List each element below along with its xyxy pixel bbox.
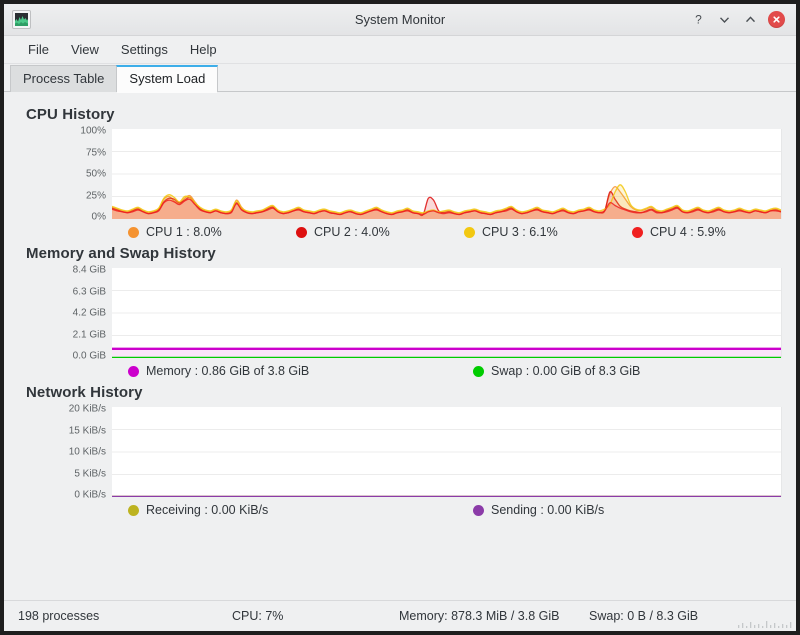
- network-history-plot[interactable]: [112, 407, 782, 497]
- swap-legend-item: Swap : 0.00 GiB of 8.3 GiB: [473, 364, 640, 378]
- window-title: System Monitor: [4, 12, 796, 27]
- chevron-down-icon[interactable]: [716, 11, 733, 28]
- network-legend: Receiving : 0.00 KiB/s Sending : 0.00 Ki…: [128, 503, 782, 517]
- memory-history-plot[interactable]: [112, 268, 782, 358]
- status-swap: Swap: 0 B / 8.3 GiB: [589, 609, 698, 623]
- network-chart-row: 20 KiB/s 15 KiB/s 10 KiB/s 5 KiB/s 0 KiB…: [18, 407, 782, 497]
- tab-bar: Process Table System Load: [4, 64, 796, 92]
- menu-item-settings[interactable]: Settings: [110, 39, 179, 60]
- network-ytick-20: 20 KiB/s: [69, 404, 106, 415]
- network-ytick-0: 0 KiB/s: [74, 490, 106, 501]
- memory-color-dot: [128, 366, 139, 377]
- status-cpu: CPU: 7%: [232, 609, 283, 623]
- cpu-legend-item-3: CPU 3 : 6.1%: [464, 225, 632, 239]
- status-memory: Memory: 878.3 MiB / 3.8 GiB: [399, 609, 559, 623]
- memory-ytick-63: 6.3 GiB: [73, 286, 106, 297]
- memory-label: Memory : 0.86 GiB of 3.8 GiB: [146, 364, 309, 378]
- cpu-ytick-100: 100%: [80, 126, 106, 137]
- cpu-ytick-50: 50%: [86, 169, 106, 180]
- cpu-history-title: CPU History: [26, 106, 782, 123]
- cpu-history-section: CPU History 100% 75% 50% 25% 0% CPU 1 : …: [18, 106, 782, 239]
- tab-bar-filler: [217, 68, 796, 92]
- memory-history-section: Memory and Swap History 8.4 GiB 6.3 GiB …: [18, 245, 782, 378]
- receiving-legend-item: Receiving : 0.00 KiB/s: [128, 503, 473, 517]
- network-ytick-10: 10 KiB/s: [69, 447, 106, 458]
- cpu3-color-dot: [464, 227, 475, 238]
- network-y-axis: 20 KiB/s 15 KiB/s 10 KiB/s 5 KiB/s 0 KiB…: [18, 407, 112, 497]
- memory-ytick-42: 4.2 GiB: [73, 308, 106, 319]
- cpu2-color-dot: [296, 227, 307, 238]
- menu-item-help[interactable]: Help: [179, 39, 228, 60]
- window-controls: ?: [690, 11, 796, 28]
- memory-ytick-21: 2.1 GiB: [73, 329, 106, 340]
- cpu4-color-dot: [632, 227, 643, 238]
- resize-grip[interactable]: [736, 619, 792, 629]
- memory-chart-row: 8.4 GiB 6.3 GiB 4.2 GiB 2.1 GiB 0.0 GiB: [18, 268, 782, 358]
- svg-text:?: ?: [695, 13, 702, 26]
- menu-bar: File View Settings Help: [4, 36, 796, 64]
- menu-item-file[interactable]: File: [17, 39, 60, 60]
- cpu3-label: CPU 3 : 6.1%: [482, 225, 558, 239]
- title-bar[interactable]: System Monitor ?: [4, 4, 796, 36]
- network-ytick-15: 15 KiB/s: [69, 425, 106, 436]
- system-monitor-window: System Monitor ? File View Settings Help: [0, 0, 800, 635]
- sending-legend-item: Sending : 0.00 KiB/s: [473, 503, 604, 517]
- system-monitor-icon[interactable]: [12, 10, 31, 29]
- cpu-legend-item-4: CPU 4 : 5.9%: [632, 225, 726, 239]
- cpu1-label: CPU 1 : 8.0%: [146, 225, 222, 239]
- status-processes: 198 processes: [18, 609, 99, 623]
- chevron-up-icon[interactable]: [742, 11, 759, 28]
- cpu-y-axis: 100% 75% 50% 25% 0%: [18, 129, 112, 219]
- close-icon[interactable]: [768, 11, 785, 28]
- menu-item-view[interactable]: View: [60, 39, 110, 60]
- sending-label: Sending : 0.00 KiB/s: [491, 503, 604, 517]
- memory-history-title: Memory and Swap History: [26, 245, 782, 262]
- cpu-history-plot[interactable]: [112, 129, 782, 219]
- cpu-chart-row: 100% 75% 50% 25% 0%: [18, 129, 782, 219]
- cpu2-label: CPU 2 : 4.0%: [314, 225, 390, 239]
- network-ytick-5: 5 KiB/s: [74, 468, 106, 479]
- cpu4-label: CPU 4 : 5.9%: [650, 225, 726, 239]
- cpu1-color-dot: [128, 227, 139, 238]
- tab-system-load[interactable]: System Load: [116, 65, 218, 92]
- cpu-legend-item-2: CPU 2 : 4.0%: [296, 225, 464, 239]
- sending-color-dot: [473, 505, 484, 516]
- cpu-ytick-75: 75%: [86, 147, 106, 158]
- tab-process-table[interactable]: Process Table: [10, 65, 117, 92]
- help-icon[interactable]: ?: [690, 11, 707, 28]
- system-load-panel: CPU History 100% 75% 50% 25% 0% CPU 1 : …: [4, 92, 796, 600]
- receiving-label: Receiving : 0.00 KiB/s: [146, 503, 268, 517]
- cpu-ytick-0: 0%: [92, 212, 106, 223]
- memory-ytick-0: 0.0 GiB: [73, 351, 106, 362]
- memory-ytick-84: 8.4 GiB: [73, 265, 106, 276]
- network-history-title: Network History: [26, 384, 782, 401]
- network-history-section: Network History 20 KiB/s 15 KiB/s 10 KiB…: [18, 384, 782, 517]
- memory-y-axis: 8.4 GiB 6.3 GiB 4.2 GiB 2.1 GiB 0.0 GiB: [18, 268, 112, 358]
- receiving-color-dot: [128, 505, 139, 516]
- memory-legend-item: Memory : 0.86 GiB of 3.8 GiB: [128, 364, 473, 378]
- cpu-legend-item-1: CPU 1 : 8.0%: [128, 225, 296, 239]
- cpu-ytick-25: 25%: [86, 190, 106, 201]
- cpu-legend: CPU 1 : 8.0% CPU 2 : 4.0% CPU 3 : 6.1% C…: [128, 225, 782, 239]
- swap-color-dot: [473, 366, 484, 377]
- status-bar: 198 processes CPU: 7% Memory: 878.3 MiB …: [4, 600, 796, 631]
- swap-label: Swap : 0.00 GiB of 8.3 GiB: [491, 364, 640, 378]
- memory-legend: Memory : 0.86 GiB of 3.8 GiB Swap : 0.00…: [128, 364, 782, 378]
